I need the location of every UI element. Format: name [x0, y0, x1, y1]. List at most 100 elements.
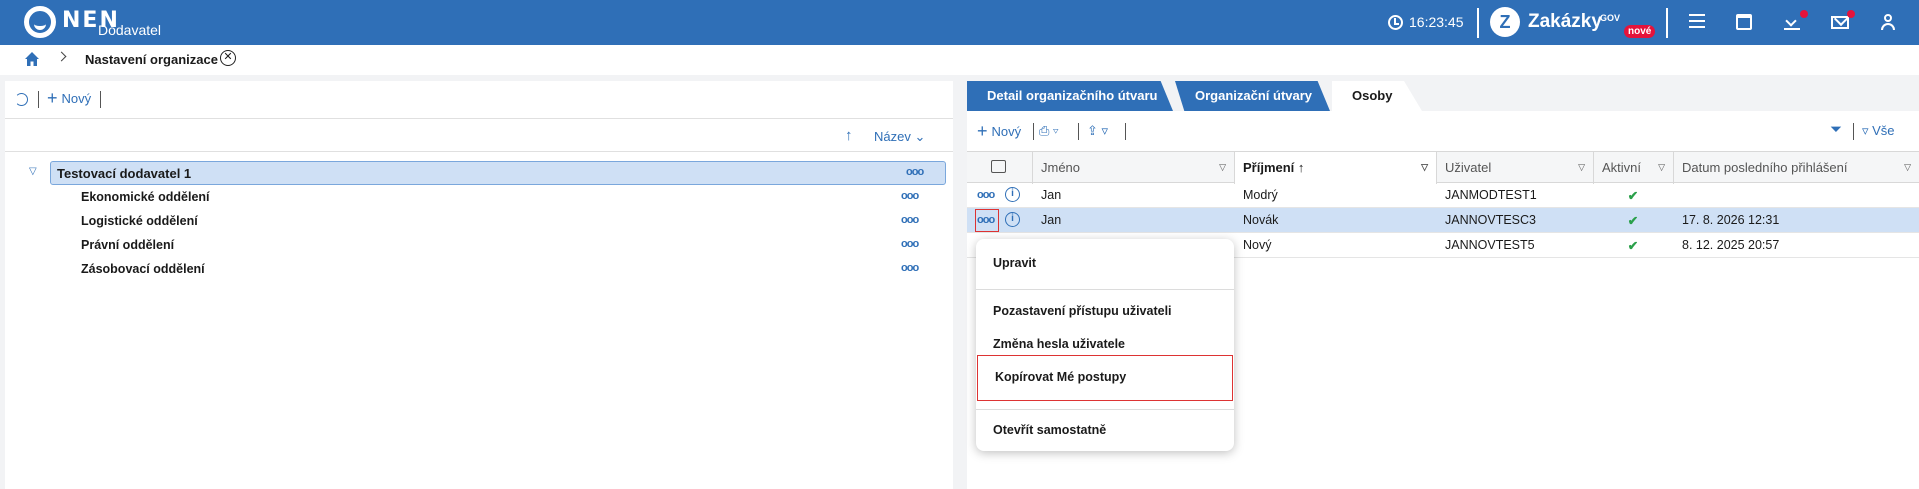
sort-ascending-icon: ↑: [1297, 160, 1305, 175]
sort-ascending-icon[interactable]: ↑: [845, 127, 853, 144]
filter-icon[interactable]: ▽: [1658, 152, 1665, 183]
new-person-button[interactable]: + Nový: [977, 121, 1022, 141]
table-row[interactable]: ooo i Jan Modrý JANMODTEST1 ✔: [967, 183, 1919, 208]
divider: [1033, 123, 1034, 140]
mail-button[interactable]: [1831, 10, 1855, 32]
zakazky-label: Zakázky: [1528, 11, 1602, 32]
menu-icon[interactable]: [1689, 14, 1707, 32]
user-icon[interactable]: [1879, 14, 1897, 32]
zakazky-button[interactable]: Z Zakázky GOV nové: [1490, 7, 1656, 38]
sort-field-label: Název: [874, 129, 911, 144]
print-icon[interactable]: ⎙ ▿: [1039, 123, 1058, 139]
cell-uzivatel: JANNOVTESC3: [1445, 213, 1536, 227]
more-options-icon[interactable]: ooo: [901, 190, 919, 202]
refresh-icon[interactable]: [15, 93, 28, 106]
column-label: Uživatel: [1445, 160, 1492, 175]
page-title: Nastavení organizace: [85, 52, 218, 67]
tab-org-units[interactable]: Organizační útvary: [1175, 81, 1330, 111]
column-header-jmeno[interactable]: Jméno ▽: [1033, 152, 1235, 184]
column-label: Jméno: [1041, 160, 1081, 175]
tree-toolbar: + Nový: [5, 81, 953, 119]
menu-divider: [976, 289, 1234, 290]
cell-datum: 8. 12. 2025 20:57: [1682, 238, 1780, 252]
cell-prijmeni: Novák: [1243, 213, 1279, 227]
filter-icon[interactable]: ⏷: [1830, 121, 1842, 138]
tree-node-child[interactable]: Ekonomické oddělení: [81, 190, 210, 204]
menu-item-zmena-hesla[interactable]: Změna hesla uživatele: [976, 331, 1234, 357]
check-icon: ✔: [1627, 214, 1639, 228]
notification-dot: [1847, 10, 1855, 18]
tree-node-child[interactable]: Právní oddělení: [81, 238, 174, 252]
grid-header: Jméno ▽ Příjmení ↑ ▽ Uživatel ▽ Aktivní ▽ Da…: [967, 151, 1919, 184]
divider: [1666, 8, 1668, 38]
row-actions-icon[interactable]: ooo: [977, 189, 995, 201]
top-bar: NEN Dodavatel 16:23:45 Z Zakázky GOV nov…: [0, 0, 1919, 45]
plus-icon: +: [47, 88, 58, 108]
menu-item-otevrit[interactable]: Otevřít samostatně: [976, 417, 1234, 443]
filter-icon[interactable]: ▽: [1219, 152, 1226, 183]
column-header-aktivni[interactable]: Aktivní ▽: [1594, 152, 1674, 184]
info-icon[interactable]: i: [1005, 187, 1020, 202]
export-icon[interactable]: ⇪ ▿: [1087, 123, 1108, 139]
new-badge: nové: [1624, 25, 1656, 38]
collapse-toggle-icon[interactable]: ▽: [29, 166, 37, 177]
menu-item-kopirovat[interactable]: Kopírovat Mé postupy: [977, 355, 1233, 401]
cell-uzivatel: JANNOVTEST5: [1445, 238, 1535, 252]
more-options-icon[interactable]: ooo: [901, 262, 919, 274]
more-options-icon[interactable]: ooo: [901, 214, 919, 226]
table-row[interactable]: ooo i Jan Novák JANNOVTESC3 ✔ 17. 8. 202…: [967, 208, 1919, 233]
grid-toolbar: + Nový ⎙ ▿ ⇪ ▿ ⏷ ▿ Vše: [967, 111, 1919, 151]
sort-field-select[interactable]: Název ⌄: [874, 129, 925, 145]
home-icon[interactable]: [24, 51, 40, 67]
logo-subtitle: Dodavatel: [98, 22, 162, 38]
menu-item-pozastaveni[interactable]: Pozastavení přístupu uživateli: [976, 298, 1234, 324]
clock-time: 16:23:45: [1409, 14, 1464, 30]
calendar-button[interactable]: [1736, 14, 1754, 32]
tree-node-child[interactable]: Zásobovací oddělení: [81, 262, 205, 276]
column-label: Aktivní: [1602, 160, 1642, 175]
tab-detail[interactable]: Detail organizačního útvaru: [967, 81, 1173, 111]
cell-prijmeni: Nový: [1243, 238, 1272, 252]
tree-node-child[interactable]: Logistické oddělení: [81, 214, 198, 228]
divider: [1078, 123, 1079, 140]
check-icon: ✔: [1627, 239, 1639, 253]
download-icon: [1784, 14, 1800, 30]
new-button[interactable]: + Nový: [47, 88, 91, 108]
column-label: Příjmení: [1243, 160, 1295, 175]
breadcrumb: Nastavení organizace ✕: [0, 45, 1919, 75]
menu-item-upravit[interactable]: Upravit: [976, 250, 1234, 276]
divider: [38, 91, 39, 108]
clock: 16:23:45: [1388, 14, 1464, 30]
download-button[interactable]: [1784, 10, 1808, 32]
more-options-icon[interactable]: ooo: [906, 166, 924, 178]
row-actions-icon[interactable]: ooo: [977, 214, 995, 226]
column-header-datum[interactable]: Datum posledního přihlášení ▽: [1674, 152, 1919, 184]
clock-icon: [1388, 14, 1403, 30]
cell-jmeno: Jan: [1041, 213, 1062, 227]
chevron-right-icon: [56, 51, 67, 62]
tree-node-root[interactable]: Testovací dodavatel 1 ooo: [50, 161, 946, 185]
notification-dot: [1800, 10, 1808, 18]
filter-icon[interactable]: ▽: [1578, 152, 1585, 183]
new-label: Nový: [991, 123, 1022, 139]
info-icon[interactable]: i: [1005, 212, 1020, 227]
sort-bar: ↑ Název ⌄: [5, 120, 953, 152]
column-header-prijmeni[interactable]: Příjmení ↑ ▽: [1235, 152, 1437, 184]
divider: [100, 91, 101, 108]
column-settings-button[interactable]: [967, 152, 1033, 184]
tab-persons[interactable]: Osoby: [1332, 81, 1422, 111]
filter-label: Vše: [1872, 123, 1895, 138]
close-tab-icon[interactable]: ✕: [220, 50, 236, 66]
column-label: Datum posledního přihlášení: [1682, 160, 1848, 175]
menu-divider: [976, 409, 1234, 410]
filter-icon[interactable]: ▽: [1421, 152, 1428, 183]
more-options-icon[interactable]: ooo: [901, 238, 919, 250]
divider: [1853, 123, 1854, 140]
tree-node-label: Testovací dodavatel 1: [57, 166, 192, 181]
divider: [1477, 8, 1479, 38]
divider: [1125, 123, 1126, 140]
filter-preset-select[interactable]: ▿ Vše: [1862, 123, 1895, 139]
filter-icon[interactable]: ▽: [1904, 152, 1911, 183]
column-header-uzivatel[interactable]: Uživatel ▽: [1437, 152, 1594, 184]
plus-icon: +: [977, 121, 988, 141]
